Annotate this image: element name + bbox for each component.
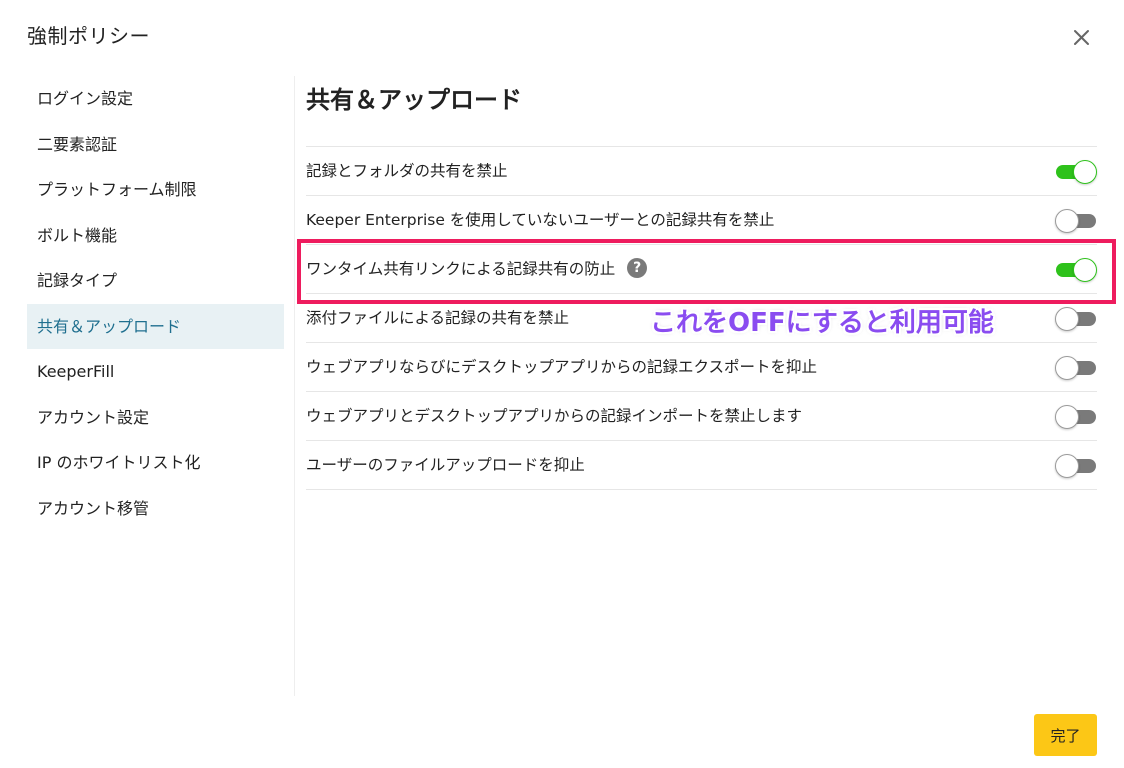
sidebar-item-record-types[interactable]: 記録タイプ [27, 258, 284, 304]
setting-row: ワンタイム共有リンクによる記録共有の防止? [306, 245, 1097, 294]
setting-label: Keeper Enterprise を使用していないユーザーとの記録共有を禁止 [306, 211, 775, 229]
toggle-switch[interactable] [1055, 307, 1097, 331]
policy-sidebar: ログイン設定 二要素認証 プラットフォーム制限 ボルト機能 記録タイプ 共有＆ア… [27, 76, 284, 531]
setting-label: ユーザーのファイルアップロードを抑止 [306, 456, 585, 474]
sidebar-item-sharing-upload[interactable]: 共有＆アップロード [27, 303, 284, 349]
sidebar-divider [294, 76, 295, 696]
close-icon[interactable] [1066, 22, 1096, 52]
sidebar-item-login-settings[interactable]: ログイン設定 [27, 76, 284, 122]
setting-row: 記録とフォルダの共有を禁止 [306, 147, 1097, 196]
sidebar-item-vault-features[interactable]: ボルト機能 [27, 213, 284, 259]
dialog-title: 強制ポリシー [27, 24, 150, 48]
setting-label: ワンタイム共有リンクによる記録共有の防止? [306, 245, 648, 294]
sidebar-item-ip-whitelist[interactable]: IP のホワイトリスト化 [27, 440, 284, 486]
setting-label: 記録とフォルダの共有を禁止 [306, 162, 508, 180]
done-button[interactable]: 完了 [1034, 714, 1097, 756]
sidebar-item-account-settings[interactable]: アカウント設定 [27, 395, 284, 441]
annotation-text: これをOFFにすると利用可能 [650, 308, 994, 338]
setting-label: ウェブアプリとデスクトップアプリからの記録インポートを禁止します [306, 407, 803, 425]
setting-label: 添付ファイルによる記録の共有を禁止 [306, 309, 570, 327]
setting-label-text: ワンタイム共有リンクによる記録共有の防止 [306, 260, 616, 278]
toggle-switch[interactable] [1055, 356, 1097, 380]
enforcement-policy-dialog: 強制ポリシー ログイン設定 二要素認証 プラットフォーム制限 ボルト機能 記録タ… [0, 0, 1124, 768]
sidebar-item-account-transfer[interactable]: アカウント移管 [27, 486, 284, 532]
setting-row: ウェブアプリとデスクトップアプリからの記録インポートを禁止します [306, 392, 1097, 441]
setting-row: Keeper Enterprise を使用していないユーザーとの記録共有を禁止 [306, 196, 1097, 245]
setting-label: ウェブアプリならびにデスクトップアプリからの記録エクスポートを抑止 [306, 358, 818, 376]
toggle-switch[interactable] [1055, 258, 1097, 282]
help-icon[interactable]: ? [627, 258, 648, 278]
toggle-switch[interactable] [1055, 160, 1097, 184]
setting-row: ユーザーのファイルアップロードを抑止 [306, 441, 1097, 490]
toggle-switch[interactable] [1055, 209, 1097, 233]
sidebar-item-keeperfill[interactable]: KeeperFill [27, 349, 284, 395]
sidebar-item-platform-restriction[interactable]: プラットフォーム制限 [27, 167, 284, 213]
setting-row: ウェブアプリならびにデスクトップアプリからの記録エクスポートを抑止 [306, 343, 1097, 392]
sidebar-item-two-factor[interactable]: 二要素認証 [27, 122, 284, 168]
section-title: 共有＆アップロード [306, 86, 522, 114]
toggle-switch[interactable] [1055, 405, 1097, 429]
toggle-switch[interactable] [1055, 454, 1097, 478]
